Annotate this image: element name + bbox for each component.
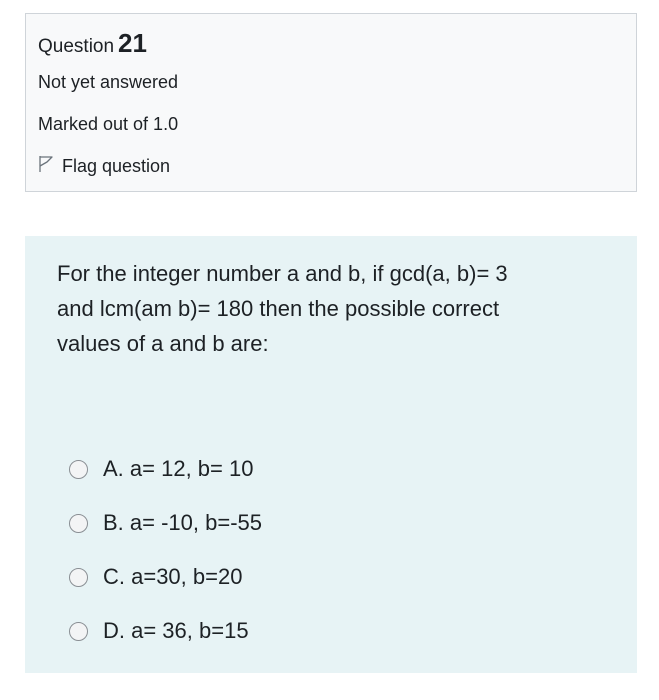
radio-button-d[interactable] bbox=[69, 621, 88, 641]
question-grade: Marked out of 1.0 bbox=[38, 114, 179, 134]
answer-list: A. a= 12, b= 10 B. a= -10, b=-55 C. a=30… bbox=[69, 442, 262, 658]
radio-button-a[interactable] bbox=[69, 459, 88, 479]
answer-option-d[interactable]: D. a= 36, b=15 bbox=[69, 604, 262, 658]
answer-option-b[interactable]: B. a= -10, b=-55 bbox=[69, 496, 262, 550]
radio-button-b[interactable] bbox=[69, 513, 88, 533]
flag-icon bbox=[38, 155, 62, 178]
answer-option-c[interactable]: C. a=30, b=20 bbox=[69, 550, 262, 604]
answer-option-a[interactable]: A. a= 12, b= 10 bbox=[69, 442, 262, 496]
answer-label-b: B. a= -10, b=-55 bbox=[103, 510, 262, 535]
question-number-heading: Question 21 bbox=[38, 28, 147, 59]
question-text: For the integer number a and b, if gcd(a… bbox=[57, 261, 508, 356]
answer-label-d: D. a= 36, b=15 bbox=[103, 618, 249, 643]
question-content: For the integer number a and b, if gcd(a… bbox=[25, 236, 637, 673]
answer-label-c: C. a=30, b=20 bbox=[103, 564, 243, 589]
question-word: Question bbox=[38, 36, 115, 57]
flag-question-label: Flag question bbox=[62, 156, 171, 176]
radio-button-c[interactable] bbox=[69, 567, 88, 587]
question-state: Not yet answered bbox=[38, 72, 179, 92]
answer-label-a: A. a= 12, b= 10 bbox=[103, 456, 254, 481]
flag-question-link[interactable]: Flag question bbox=[38, 155, 170, 178]
question-number: 21 bbox=[118, 28, 147, 58]
question-info-panel: Question 21 Not yet answered Marked out o… bbox=[25, 13, 637, 192]
